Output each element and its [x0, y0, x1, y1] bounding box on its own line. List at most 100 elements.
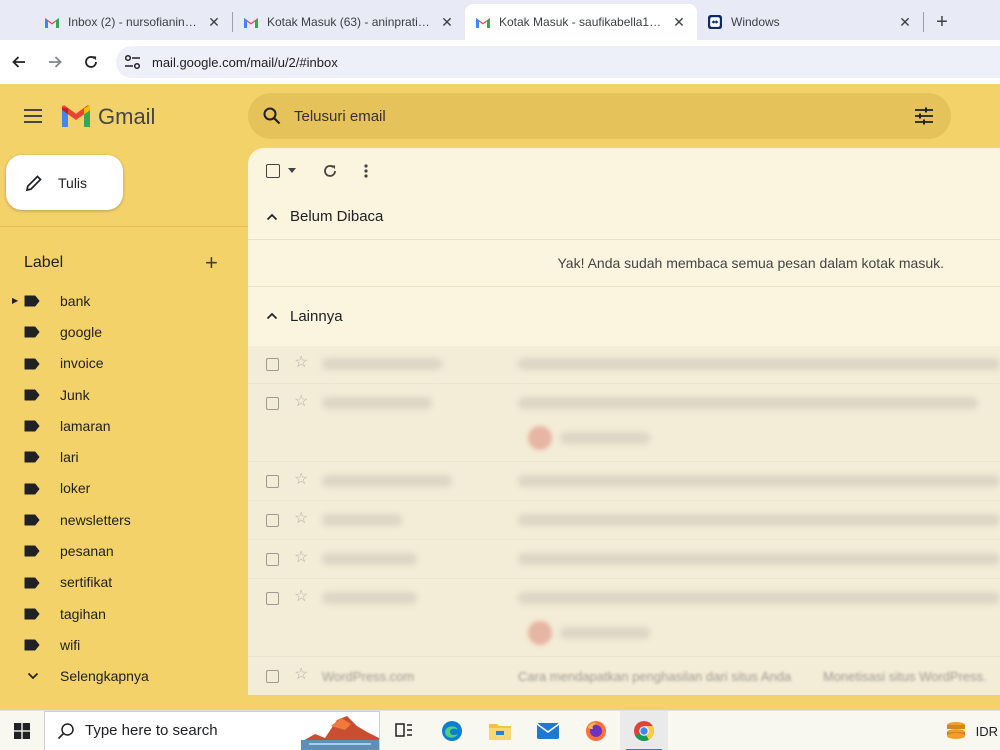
star-icon[interactable]: ☆	[294, 355, 308, 371]
sidebar-label-loker[interactable]: loker	[0, 473, 248, 504]
arrow-right-icon	[49, 56, 62, 68]
email-row[interactable]: ☆	[248, 345, 1000, 384]
chrome-icon	[634, 720, 655, 741]
blurred-subject	[518, 514, 1000, 526]
label-tag-icon	[24, 483, 40, 495]
tab-windows[interactable]: Windows ✕	[697, 4, 923, 40]
taskbar-chrome[interactable]	[620, 710, 668, 750]
tab-kotak-masuk-aninpratika[interactable]: Kotak Masuk (63) - aninpratika2 ✕	[233, 4, 465, 40]
row-checkbox[interactable]	[266, 553, 279, 566]
sidebar-label-junk[interactable]: Junk	[0, 379, 248, 410]
tab-close-icon[interactable]: ✕	[671, 14, 687, 31]
tab-inbox-nursofianin[interactable]: Inbox (2) - nursofianin@gmail.c ✕	[0, 4, 232, 40]
label-tag-icon	[24, 577, 40, 589]
blurred-sender	[322, 397, 432, 409]
back-button[interactable]	[2, 45, 36, 79]
sidebar-label-lamaran[interactable]: lamaran	[0, 410, 248, 441]
compose-button[interactable]: Tulis	[6, 155, 123, 210]
label-tag-icon	[24, 639, 40, 651]
label-tag-icon	[24, 608, 40, 620]
gmail-logo[interactable]: Gmail	[60, 104, 155, 130]
taskbar-edge[interactable]	[428, 711, 476, 750]
sidebar-label-wifi[interactable]: wifi	[0, 629, 248, 660]
taskbar-mail[interactable]	[524, 711, 572, 750]
label-tag-icon	[24, 545, 40, 557]
sidebar-label-tagihan[interactable]: tagihan	[0, 598, 248, 629]
email-row[interactable]: ☆	[248, 384, 1000, 462]
email-row[interactable]: ☆	[248, 579, 1000, 657]
sidebar-label-bank[interactable]: ▶ bank	[0, 285, 248, 316]
star-icon[interactable]: ☆	[294, 394, 308, 410]
row-checkbox[interactable]	[266, 670, 279, 683]
start-button[interactable]	[0, 711, 44, 750]
more-vert-icon[interactable]	[364, 164, 368, 178]
hamburger-menu-icon	[24, 109, 42, 123]
email-row[interactable]: ☆	[248, 540, 1000, 579]
row-checkbox[interactable]	[266, 397, 279, 410]
new-tab-button[interactable]: +	[924, 4, 960, 40]
sidebar-label-pesanan[interactable]: pesanan	[0, 535, 248, 566]
sidebar-label-invoice[interactable]: invoice	[0, 348, 248, 379]
attachment-chip	[528, 621, 552, 645]
blurred-sender	[322, 553, 417, 565]
label-name: google	[60, 323, 103, 340]
create-label-button[interactable]: +	[205, 252, 218, 274]
main-menu-button[interactable]	[22, 107, 44, 130]
labels-header: Label	[24, 254, 64, 271]
row-checkbox[interactable]	[266, 358, 279, 371]
chevron-up-icon[interactable]	[266, 212, 278, 222]
label-tag-icon	[24, 295, 40, 307]
tab-close-icon[interactable]: ✕	[206, 14, 222, 31]
currency-indicator[interactable]: IDR	[976, 724, 998, 739]
sidebar-label-newsletters[interactable]: newsletters	[0, 504, 248, 535]
section-unread-header[interactable]: Belum Dibaca	[248, 194, 1000, 240]
row-checkbox[interactable]	[266, 475, 279, 488]
blurred-sender	[322, 514, 402, 526]
label-name: loker	[60, 480, 91, 497]
email-row[interactable]: ☆	[248, 462, 1000, 501]
gmail-wordmark: Gmail	[98, 104, 156, 129]
search-filter-icon[interactable]	[913, 105, 935, 127]
taskbar-search-box[interactable]: Type here to search	[44, 710, 380, 750]
address-bar[interactable]: mail.google.com/mail/u/2/#inbox	[116, 46, 1000, 78]
expand-caret-icon[interactable]: ▶	[12, 296, 18, 305]
tab-close-icon[interactable]: ✕	[897, 14, 913, 31]
sidebar-label-google[interactable]: google	[0, 316, 248, 347]
sidebar-label-lari[interactable]: lari	[0, 441, 248, 472]
search-icon[interactable]	[262, 106, 282, 126]
star-icon[interactable]: ☆	[294, 667, 308, 683]
star-icon[interactable]: ☆	[294, 550, 308, 566]
reload-button[interactable]	[74, 45, 108, 79]
email-row[interactable]: ☆	[248, 501, 1000, 540]
star-icon[interactable]: ☆	[294, 589, 308, 605]
refresh-icon[interactable]	[322, 163, 338, 179]
task-view-button[interactable]	[380, 711, 428, 750]
currency-coins-icon[interactable]	[944, 720, 968, 742]
section-others-header[interactable]: Lainnya	[248, 287, 1000, 345]
tab-title: Kotak Masuk - saufikabella139(	[499, 15, 665, 29]
pencil-icon	[25, 174, 42, 191]
sidebar-label-sertifikat[interactable]: sertifikat	[0, 567, 248, 598]
caret-down-icon[interactable]	[288, 168, 296, 174]
mail-search-bar[interactable]: Telusuri email	[248, 93, 951, 139]
sidebar-more-button[interactable]: Selengkapnya	[0, 661, 248, 692]
search-icon	[57, 722, 74, 739]
email-subject: Cara mendapatkan penghasilan dari situs …	[518, 669, 792, 684]
tab-kotak-masuk-saufikabella[interactable]: Kotak Masuk - saufikabella139( ✕	[465, 4, 697, 40]
select-all-checkbox[interactable]	[266, 164, 280, 178]
site-settings-icon[interactable]	[124, 54, 142, 70]
star-icon[interactable]: ☆	[294, 472, 308, 488]
email-row-wordpress[interactable]: ☆ WordPress.com Cara mendapatkan penghas…	[248, 657, 1000, 695]
tab-close-icon[interactable]: ✕	[439, 14, 455, 31]
task-view-icon	[395, 722, 412, 737]
row-checkbox[interactable]	[266, 514, 279, 527]
forward-button[interactable]	[38, 45, 72, 79]
browser-toolbar: mail.google.com/mail/u/2/#inbox	[0, 40, 1000, 84]
taskbar-firefox[interactable]	[572, 711, 620, 750]
taskbar-file-explorer[interactable]	[476, 711, 524, 750]
windows-taskbar: Type here to search IDR	[0, 710, 1000, 750]
chevron-up-icon[interactable]	[266, 311, 278, 321]
row-checkbox[interactable]	[266, 592, 279, 605]
star-icon[interactable]: ☆	[294, 511, 308, 527]
browser-tab-strip: Inbox (2) - nursofianin@gmail.c ✕ Kotak …	[0, 0, 1000, 40]
